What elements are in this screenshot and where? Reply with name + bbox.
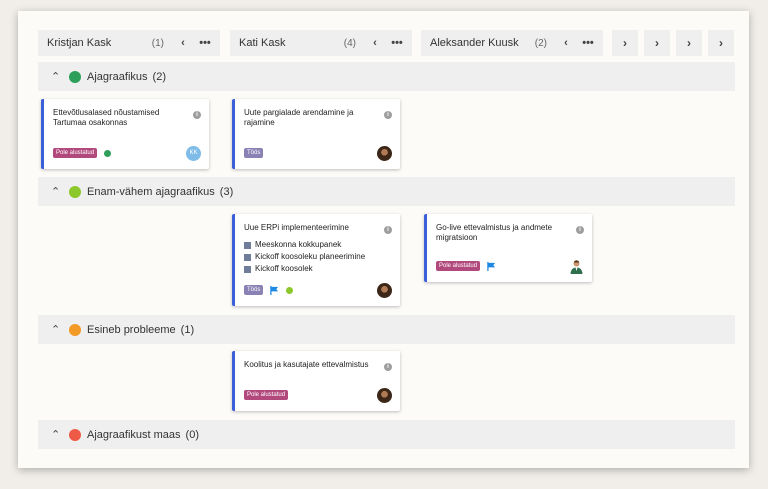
card-title: Uue ERPi implementeerimine <box>244 223 349 232</box>
task-card[interactable]: Ettevõtlusalased nõustamised Tartumaa os… <box>41 99 209 169</box>
chevron-up-icon[interactable]: ⌃ <box>51 185 65 198</box>
status-badge: Töös <box>244 285 264 295</box>
card-title: Ettevõtlusalased nõustamised Tartumaa os… <box>53 108 160 127</box>
swimlane-header-esineb-probleeme[interactable]: ⌃ Esineb probleeme (1) <box>38 315 735 344</box>
status-dot-icon <box>69 185 81 198</box>
swimlane-label: Esineb probleeme <box>87 323 176 336</box>
task-card[interactable]: Uute pargialade arendamine ja rajamine i… <box>232 99 400 169</box>
info-icon[interactable]: i <box>384 111 392 119</box>
info-icon[interactable]: i <box>384 226 392 234</box>
checkbox-icon[interactable] <box>244 253 251 261</box>
swimlane-label: Enam-vähem ajagraafikus <box>87 185 215 198</box>
swimlane-label: Ajagraafikust maas <box>87 428 181 441</box>
column-name: Kristjan Kask <box>47 37 112 49</box>
avatar[interactable] <box>569 258 584 274</box>
column-header-aleksander: Aleksander Kuusk (2) ‹ ••• <box>421 30 603 56</box>
card-footer: Töös <box>244 145 392 161</box>
chevron-left-icon[interactable]: ‹ <box>559 37 573 49</box>
status-dot-icon <box>69 428 81 441</box>
checklist-item[interactable]: Kickoff koosolek <box>244 263 365 275</box>
task-card[interactable]: Koolitus ja kasutajate ettevalmistus i P… <box>232 351 400 411</box>
chevron-up-icon[interactable]: ⌃ <box>51 428 65 441</box>
avatar[interactable]: KK <box>186 145 201 161</box>
swimlane-count: (0) <box>185 428 199 441</box>
status-dot-icon <box>69 70 81 83</box>
task-card[interactable]: Uue ERPi implementeerimine i Meeskonna k… <box>232 214 400 306</box>
swimlane-count: (2) <box>152 70 166 83</box>
swimlane-header-ajagraafikust-maas[interactable]: ⌃ Ajagraafikust maas (0) <box>38 420 735 449</box>
more-icon[interactable]: ••• <box>198 37 212 49</box>
column-count: (2) <box>534 37 547 49</box>
column-name: Aleksander Kuusk <box>430 37 519 49</box>
checklist-item[interactable]: Kickoff koosoleku planeerimine <box>244 251 365 263</box>
checklist-item[interactable]: Meeskonna kokkupanek <box>244 239 365 251</box>
card-title: Uute pargialade arendamine ja rajamine <box>244 108 354 127</box>
more-icon[interactable]: ••• <box>581 37 595 49</box>
card-title: Go-live ettevalmistus ja andmete migrats… <box>436 223 553 242</box>
status-dot-icon <box>286 286 294 294</box>
checkbox-icon[interactable] <box>244 241 251 249</box>
swimlane-count: (1) <box>180 323 195 336</box>
info-icon[interactable]: i <box>384 363 392 371</box>
more-icon[interactable]: ••• <box>390 37 404 49</box>
status-badge: Töös <box>244 148 264 158</box>
avatar[interactable] <box>377 387 392 403</box>
column-header-kati: Kati Kask (4) ‹ ••• <box>230 30 412 56</box>
status-badge: Pole alustatud <box>436 261 481 271</box>
column-count: (4) <box>343 37 356 49</box>
info-icon[interactable]: i <box>193 111 201 119</box>
flag-icon <box>487 261 496 271</box>
swimlane-count: (3) <box>219 185 234 198</box>
checkbox-icon[interactable] <box>244 265 251 273</box>
card-footer: Pole alustatud <box>244 387 392 403</box>
next-column-button[interactable]: › <box>708 30 734 56</box>
swimlane-header-ajagraafikus[interactable]: ⌃ Ajagraafikus (2) <box>38 62 735 91</box>
chevron-left-icon[interactable]: ‹ <box>176 37 190 49</box>
task-card[interactable]: Go-live ettevalmistus ja andmete migrats… <box>424 214 592 282</box>
kanban-board: Kristjan Kask (1) ‹ ••• Kati Kask (4) ‹ … <box>18 11 749 468</box>
avatar[interactable] <box>377 282 392 298</box>
status-badge: Pole alustatud <box>53 148 98 158</box>
column-name: Kati Kask <box>239 37 286 49</box>
status-dot-icon <box>69 323 81 336</box>
next-column-button[interactable]: › <box>676 30 702 56</box>
swimlane-label: Ajagraafikus <box>87 70 148 83</box>
card-footer: Pole alustatud <box>436 258 584 274</box>
card-title: Koolitus ja kasutajate ettevalmistus <box>244 360 369 369</box>
next-column-button[interactable]: › <box>612 30 638 56</box>
status-dot-icon <box>104 149 112 157</box>
chevron-left-icon[interactable]: ‹ <box>368 37 382 49</box>
chevron-up-icon[interactable]: ⌃ <box>51 323 65 336</box>
card-footer: Pole alustatud KK <box>53 145 201 161</box>
chevron-up-icon[interactable]: ⌃ <box>51 70 65 83</box>
avatar[interactable] <box>377 145 392 161</box>
swimlane-header-enam-vahem[interactable]: ⌃ Enam-vähem ajagraafikus (3) <box>38 177 735 206</box>
next-column-button[interactable]: › <box>644 30 670 56</box>
card-footer: Töös <box>244 282 392 298</box>
info-icon[interactable]: i <box>576 226 584 234</box>
column-count: (1) <box>151 37 164 49</box>
checklist: Meeskonna kokkupanek Kickoff koosoleku p… <box>244 239 365 275</box>
flag-icon <box>270 285 279 295</box>
column-header-kristjan: Kristjan Kask (1) ‹ ••• <box>38 30 220 56</box>
status-badge: Pole alustatud <box>244 390 289 400</box>
